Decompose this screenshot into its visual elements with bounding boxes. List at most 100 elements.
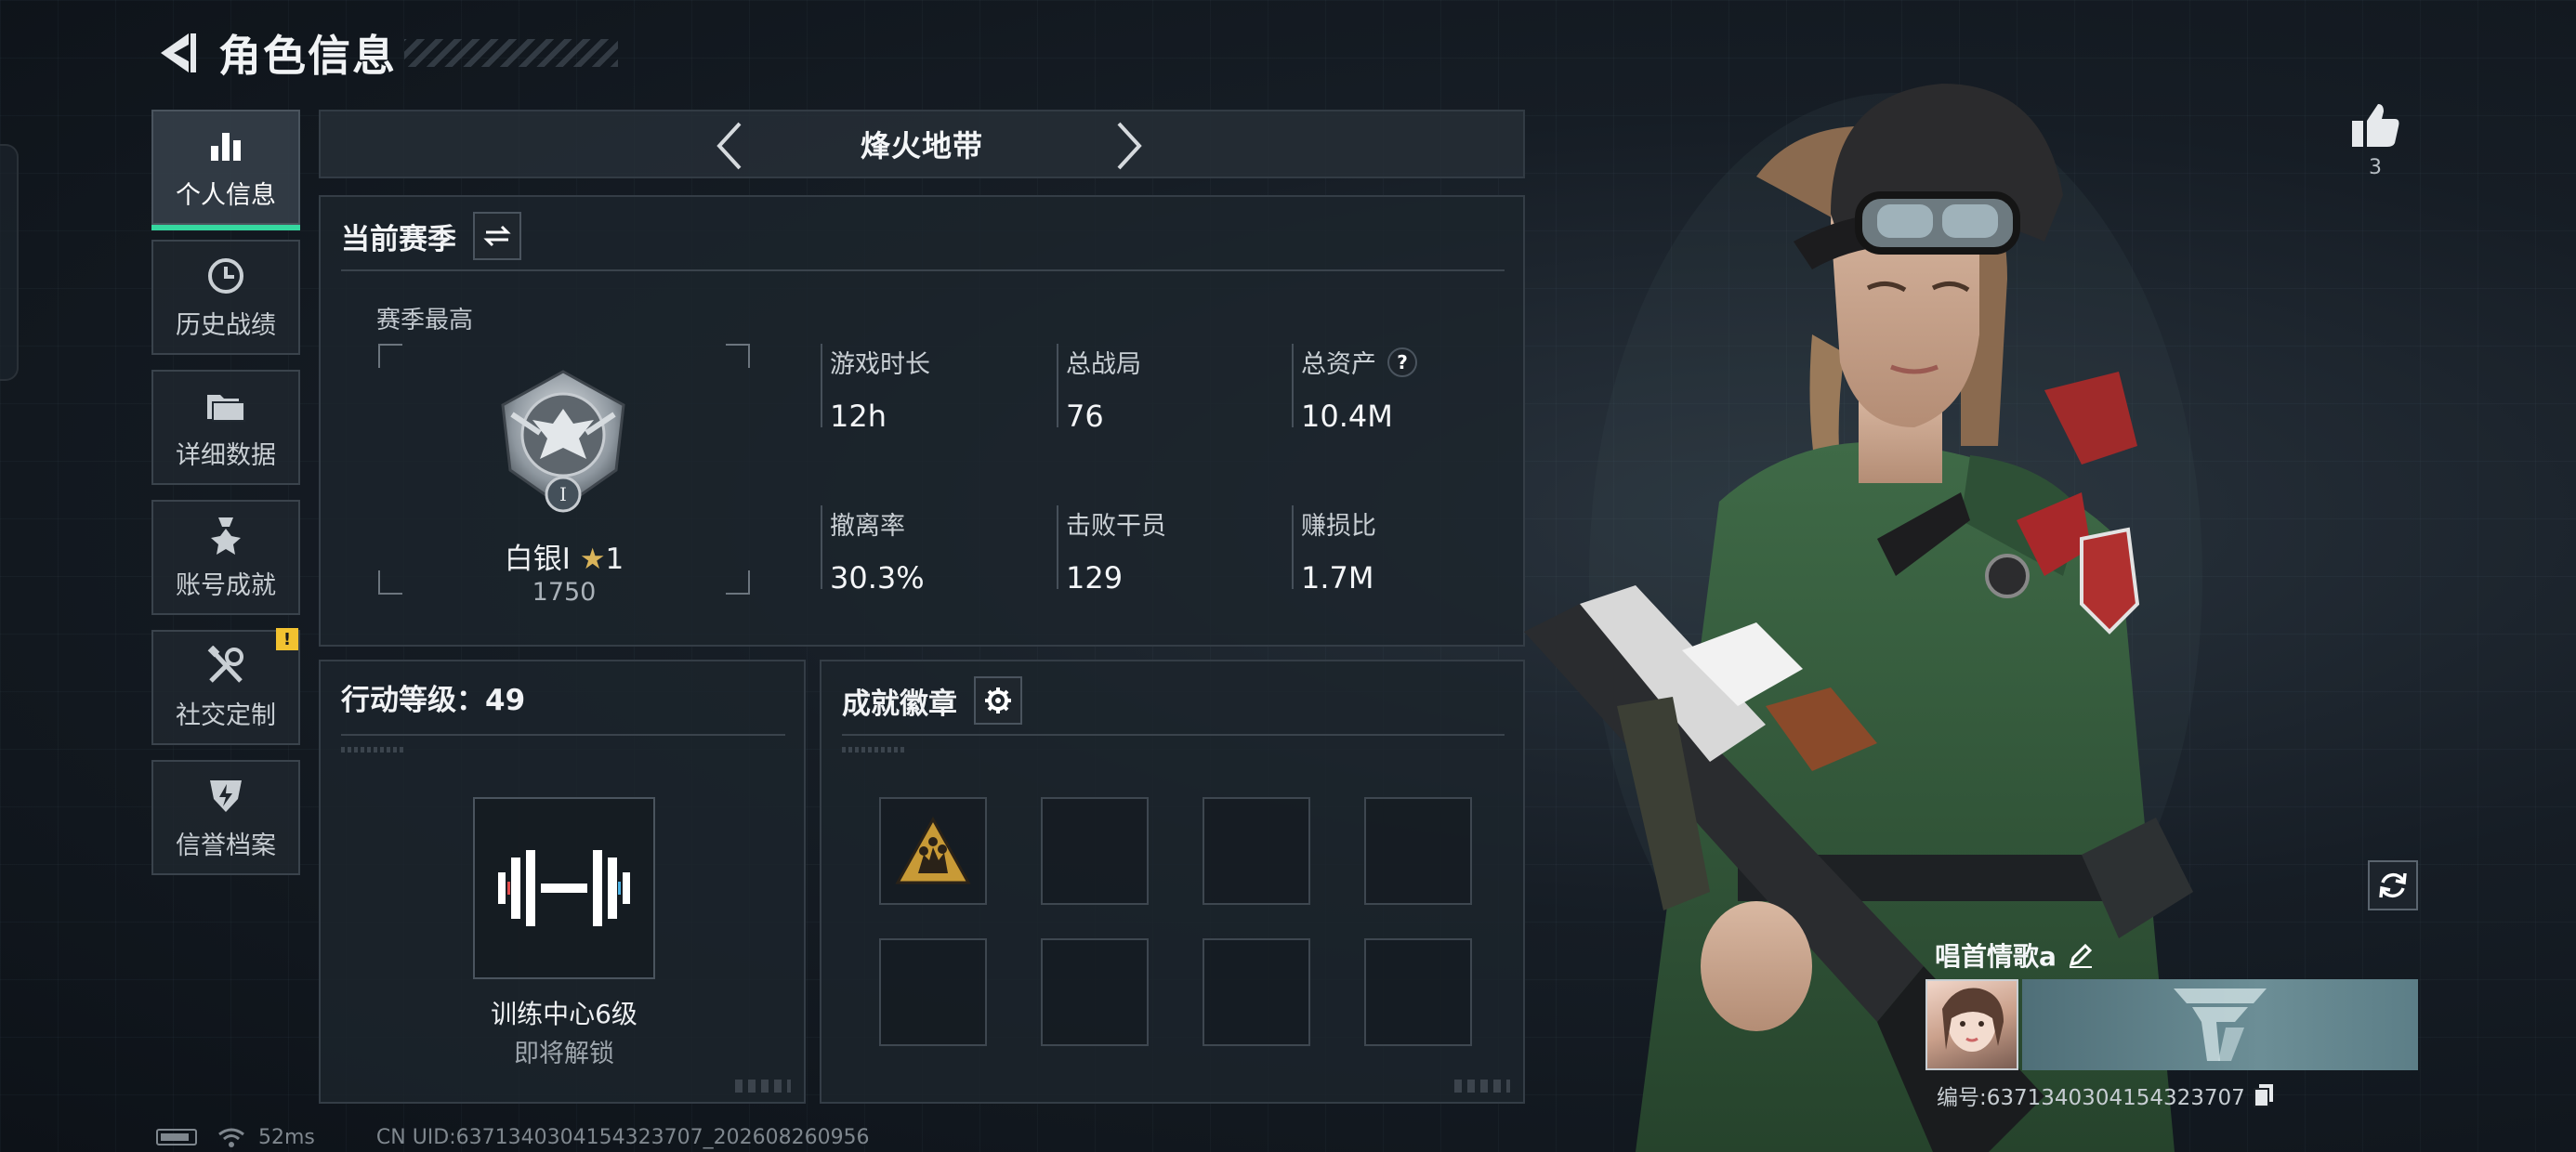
unlock-status: 即将解锁	[514, 1040, 614, 1068]
folder-icon	[204, 385, 247, 427]
badge-slot-empty[interactable]	[1364, 938, 1472, 1046]
stat-label-row: 总资产 ?	[1301, 344, 1417, 380]
nav-label: 历史战绩	[176, 310, 276, 340]
stat-value: 76	[1066, 399, 1104, 434]
divider	[341, 734, 785, 736]
chevron-left-icon	[716, 122, 742, 170]
status-bar: 52ms CN UID:6371340304154323707_20260826…	[156, 1124, 870, 1150]
season-panel: 当前赛季 赛季最高 I 白银I ★1 1750 游戏时长 12h 总战局 76 …	[319, 195, 1525, 647]
battery-icon	[156, 1129, 197, 1145]
page-title: 角色信息	[218, 31, 397, 81]
edit-name-button[interactable]	[2068, 942, 2094, 968]
stat-total-assets: 总资产 ? 10.4M	[1292, 344, 1417, 434]
refresh-button[interactable]	[2368, 860, 2418, 910]
nav-item-detail-data[interactable]: 详细数据	[151, 370, 300, 485]
stat-label: 总战局	[1066, 350, 1141, 379]
back-arrow-icon	[161, 33, 196, 72]
nav-item-personal-info[interactable]: 个人信息	[151, 110, 300, 230]
season-best-label: 赛季最高	[376, 307, 474, 334]
stat-value: 10.4M	[1301, 399, 1393, 434]
stat-value: 30.3%	[830, 560, 925, 596]
avatar-portrait-icon	[1942, 988, 2004, 1052]
player-id-row: 编号:6371340304154323707	[1937, 1080, 2275, 1111]
thumbs-up-icon	[2352, 104, 2399, 147]
stat-label: 赚损比	[1301, 512, 1376, 541]
switch-season-button[interactable]	[473, 212, 521, 260]
copy-icon	[2253, 1084, 2273, 1107]
help-button[interactable]: ?	[1387, 347, 1417, 377]
bar-chart-icon	[204, 124, 247, 167]
mode-title: 烽火地带	[860, 128, 983, 164]
stat-profit-loss: 赚损比 1.7M	[1292, 505, 1376, 596]
medal-icon	[204, 515, 247, 557]
nav-item-reputation[interactable]: 信誉档案	[151, 760, 300, 875]
chevron-right-icon	[1117, 122, 1142, 170]
unlock-requirement: 训练中心6级	[491, 999, 637, 1029]
stat-value: 129	[1066, 560, 1124, 596]
side-nav: 个人信息 历史战绩 详细数据 账号成就 ! 社交定制 信誉档案	[151, 110, 300, 890]
badge-slot-empty[interactable]	[1364, 797, 1472, 905]
badge-slot-empty[interactable]	[1203, 797, 1310, 905]
alert-badge: !	[276, 628, 298, 650]
squad-badge-icon	[895, 816, 971, 884]
title-decoration	[404, 39, 618, 67]
shield-bolt-icon	[204, 775, 247, 818]
uid-text: CN UID:6371340304154323707_202608260956	[375, 1125, 870, 1149]
divider	[341, 269, 1505, 271]
nav-item-social-custom[interactable]: ! 社交定制	[151, 628, 300, 745]
action-level-title: 行动等级：49	[341, 684, 526, 717]
rank-name: 白银I	[504, 543, 571, 576]
rank-score: 1750	[532, 578, 597, 607]
badge-slot-empty[interactable]	[1203, 938, 1310, 1046]
prev-mode-button[interactable]	[702, 119, 757, 173]
dumbbell-icon	[498, 850, 630, 926]
pencil-icon	[2069, 943, 2093, 968]
nav-label: 账号成就	[176, 570, 276, 600]
divider	[842, 734, 1505, 736]
avatar[interactable]	[1925, 979, 2018, 1070]
player-card[interactable]	[1925, 979, 2418, 1070]
page-header: 角色信息	[153, 20, 618, 85]
mode-switcher: 烽火地带	[319, 110, 1525, 178]
stat-label: 击败干员	[1066, 512, 1166, 541]
stat-label: 撤离率	[830, 512, 905, 541]
copy-id-button[interactable]	[2253, 1083, 2275, 1107]
ping-value: 52ms	[258, 1125, 315, 1149]
player-id: 编号:6371340304154323707	[1937, 1086, 2245, 1110]
action-level-panel: 行动等级：49 训练中心6级 即将解锁	[319, 660, 806, 1104]
achievement-badges-panel: 成就徽章	[820, 660, 1525, 1104]
badge-slot-empty[interactable]	[1041, 938, 1149, 1046]
badge-slot-empty[interactable]	[879, 938, 987, 1046]
stat-operators-defeated: 击败干员 129	[1057, 505, 1166, 596]
badge-settings-button[interactable]	[974, 676, 1022, 725]
next-mode-button[interactable]	[1101, 119, 1157, 173]
like-button[interactable]: 3	[2349, 102, 2401, 179]
badge-slot-filled[interactable]	[879, 797, 987, 905]
training-center-box[interactable]	[473, 797, 655, 979]
side-drawer-handle[interactable]	[0, 144, 19, 381]
season-title: 当前赛季	[341, 222, 456, 256]
achievement-title: 成就徽章	[842, 687, 957, 721]
nav-label: 信誉档案	[176, 831, 276, 860]
stat-extract-rate: 撤离率 30.3%	[821, 505, 925, 596]
wifi-icon	[217, 1127, 245, 1147]
history-clock-icon	[204, 255, 247, 297]
rank-frame: I 白银I ★1 1750	[378, 344, 750, 607]
stat-value: 12h	[830, 399, 887, 434]
achievement-title-row: 成就徽章	[842, 676, 1022, 725]
player-banner	[2022, 979, 2418, 1070]
nav-label: 社交定制	[176, 700, 276, 730]
swap-icon	[483, 225, 511, 247]
nav-item-history[interactable]: 历史战绩	[151, 240, 300, 355]
nav-item-achievements[interactable]: 账号成就	[151, 500, 300, 615]
rule-decoration	[341, 747, 406, 753]
back-button[interactable]	[153, 25, 198, 81]
season-title-row: 当前赛季	[341, 212, 521, 260]
player-name: 唱首情歌a	[1935, 941, 2057, 972]
silver-rank-emblem-icon: I	[501, 370, 625, 513]
badge-slot-empty[interactable]	[1041, 797, 1149, 905]
nav-label: 详细数据	[176, 440, 276, 470]
stat-play-time: 游戏时长 12h	[821, 344, 930, 434]
gear-icon	[985, 687, 1011, 713]
player-name-row: 唱首情歌a	[1935, 936, 2094, 974]
